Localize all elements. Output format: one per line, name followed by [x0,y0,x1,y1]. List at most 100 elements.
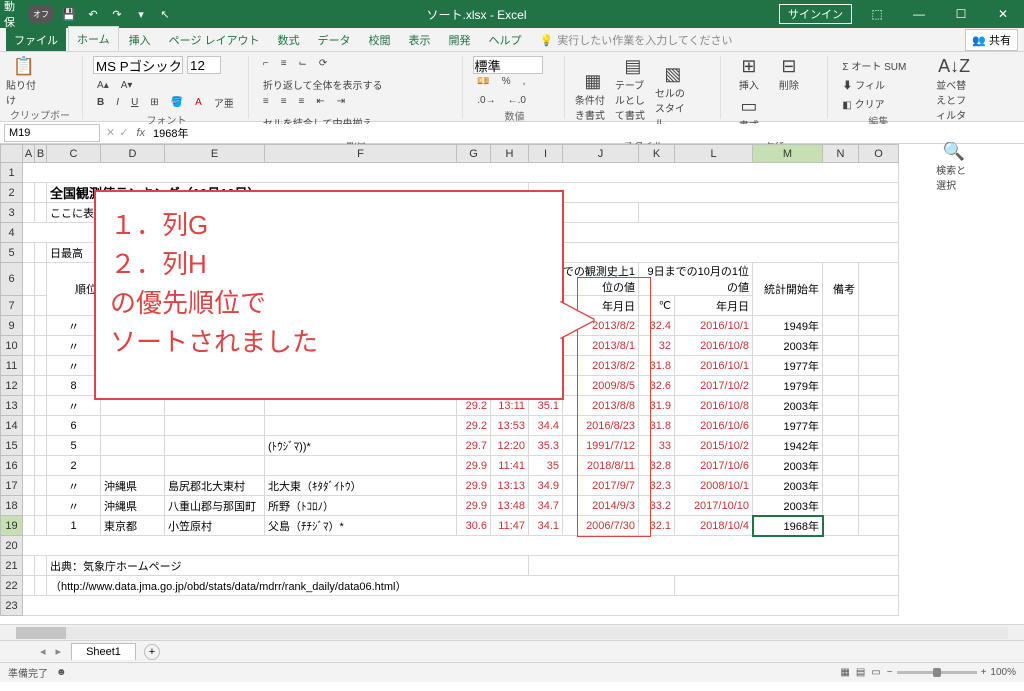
currency-icon[interactable]: 💴 [473,74,493,89]
align-top-icon[interactable]: ⌐ [259,56,273,71]
row-header[interactable]: 5 [1,243,23,263]
formula-input[interactable] [153,124,1024,142]
name-box[interactable] [4,124,100,142]
align-right-icon[interactable]: ≡ [295,94,309,109]
fx-cancel-icon[interactable]: ✕ [106,126,115,139]
col-header[interactable]: N [823,145,859,163]
col-header[interactable]: K [639,145,675,163]
underline-button[interactable]: U [127,95,142,110]
autosum-button[interactable]: Σ オート SUM [838,56,910,75]
view-normal-icon[interactable]: ▦ [840,667,849,678]
fill-color-button[interactable]: 🪣 [167,95,187,110]
cond-format-button[interactable]: ▦条件付き書式 [575,71,611,122]
col-header[interactable]: H [491,145,529,163]
worksheet[interactable]: A B C D E F G H I J K L M N O 1 2全国観測値ラン… [0,144,1024,624]
undo-icon[interactable]: ↶ [84,5,102,23]
insert-cells-button[interactable]: ⊞挿入 [731,56,767,92]
row-header[interactable]: 11 [1,356,23,376]
pointer-icon[interactable]: ↖ [156,5,174,23]
col-header[interactable]: O [859,145,899,163]
col-header[interactable]: G [457,145,491,163]
share-button[interactable]: 👥 共有 [965,29,1018,51]
clear-button[interactable]: ◧ クリア [838,94,888,113]
view-break-icon[interactable]: ▭ [871,667,880,678]
indent-dec-icon[interactable]: ⇤ [312,94,328,109]
table-row[interactable]: 191東京都小笠原村父島（ﾁﾁｼﾞﾏ）*30.611:4734.12006/7/… [1,516,899,536]
row-header[interactable]: 6 [1,263,23,296]
row-header[interactable]: 17 [1,476,23,496]
zoom-value[interactable]: 100% [990,667,1016,678]
accessibility-icon[interactable]: ☻ [56,667,67,678]
row-header[interactable]: 21 [1,556,23,576]
comma-icon[interactable]: , [519,74,530,89]
redo-icon[interactable]: ↷ [108,5,126,23]
table-row[interactable]: 18〃沖縄県八重山郡与那国町所野（ﾄｺﾛﾉ）29.913:4834.72014/… [1,496,899,516]
col-header[interactable]: B [35,145,47,163]
col-header[interactable]: F [265,145,457,163]
col-header[interactable]: J [563,145,639,163]
font-select[interactable] [93,56,183,74]
row-header[interactable]: 13 [1,396,23,416]
border-button[interactable]: ⊞ [146,95,162,110]
fx-enter-icon[interactable]: ✓ [119,126,128,139]
row-header[interactable]: 22 [1,576,23,596]
phonetic-button[interactable]: ア亜 [210,93,238,112]
tab-help[interactable]: ヘルプ [481,28,530,51]
fill-button[interactable]: ⬇ フィル [838,75,889,94]
zoom-control[interactable]: − + 100% [887,667,1016,678]
view-layout-icon[interactable]: ▤ [856,667,865,678]
col-header[interactable]: C [47,145,101,163]
close-button[interactable]: ✕ [986,2,1020,26]
row-header[interactable]: 18 [1,496,23,516]
align-left-icon[interactable]: ≡ [259,94,273,109]
fx-icon[interactable]: fx [136,127,145,139]
italic-button[interactable]: I [112,95,123,110]
font-size-select[interactable] [187,56,221,74]
row-header[interactable]: 20 [1,536,23,556]
qat-more-icon[interactable]: ▾ [132,5,150,23]
increase-font-icon[interactable]: A▴ [93,78,113,93]
new-sheet-button[interactable]: + [144,644,160,660]
tab-view[interactable]: 表示 [401,28,439,51]
indent-inc-icon[interactable]: ⇥ [333,94,349,109]
sheet-tab[interactable]: Sheet1 [71,643,136,660]
sheet-nav-prev-icon[interactable]: ◂ [40,645,46,658]
inc-dec-icon[interactable]: .0→ [473,93,499,108]
sheet-nav-next-icon[interactable]: ▸ [56,645,62,658]
ribbon-options-icon[interactable]: ⬚ [860,2,894,26]
zoom-in-icon[interactable]: + [981,667,987,678]
row-header[interactable]: 1 [1,163,23,183]
tab-review[interactable]: 校閲 [361,28,399,51]
col-header[interactable]: I [529,145,563,163]
align-center-icon[interactable]: ≡ [277,94,291,109]
row-header[interactable]: 12 [1,376,23,396]
number-format-select[interactable] [473,56,543,74]
row-header[interactable]: 9 [1,316,23,336]
dec-dec-icon[interactable]: ←.0 [504,93,530,108]
col-header[interactable]: A [23,145,35,163]
row-header[interactable]: 3 [1,203,23,223]
table-row[interactable]: 17〃沖縄県島尻郡北大東村北大東（ｷﾀﾀﾞｲﾄｳ）29.913:1334.920… [1,476,899,496]
row-header[interactable]: 7 [1,296,23,316]
row-header[interactable]: 4 [1,223,23,243]
col-header[interactable]: L [675,145,753,163]
percent-icon[interactable]: % [498,74,515,89]
minimize-button[interactable]: — [902,2,936,26]
maximize-button[interactable]: ☐ [944,2,978,26]
zoom-out-icon[interactable]: − [887,667,893,678]
tab-home[interactable]: ホーム [68,26,119,51]
paste-button[interactable]: 📋貼り付け [6,56,42,107]
tell-me[interactable]: 💡実行したい作業を入力してください [532,28,741,51]
col-header[interactable]: E [165,145,265,163]
table-row[interactable]: 14629.213:5334.42016/8/2331.82016/10/619… [1,416,899,436]
delete-cells-button[interactable]: ⊟削除 [771,56,807,92]
zoom-slider[interactable] [897,671,977,674]
h-scrollbar[interactable] [0,624,1024,640]
align-bot-icon[interactable]: ⌙ [295,56,311,71]
row-header[interactable]: 2 [1,183,23,203]
tab-data[interactable]: データ [310,28,359,51]
font-color-button[interactable]: A [191,95,206,110]
tab-insert[interactable]: 挿入 [121,28,159,51]
col-header[interactable]: D [101,145,165,163]
cell-style-button[interactable]: ▧セルのスタイル [655,64,691,130]
